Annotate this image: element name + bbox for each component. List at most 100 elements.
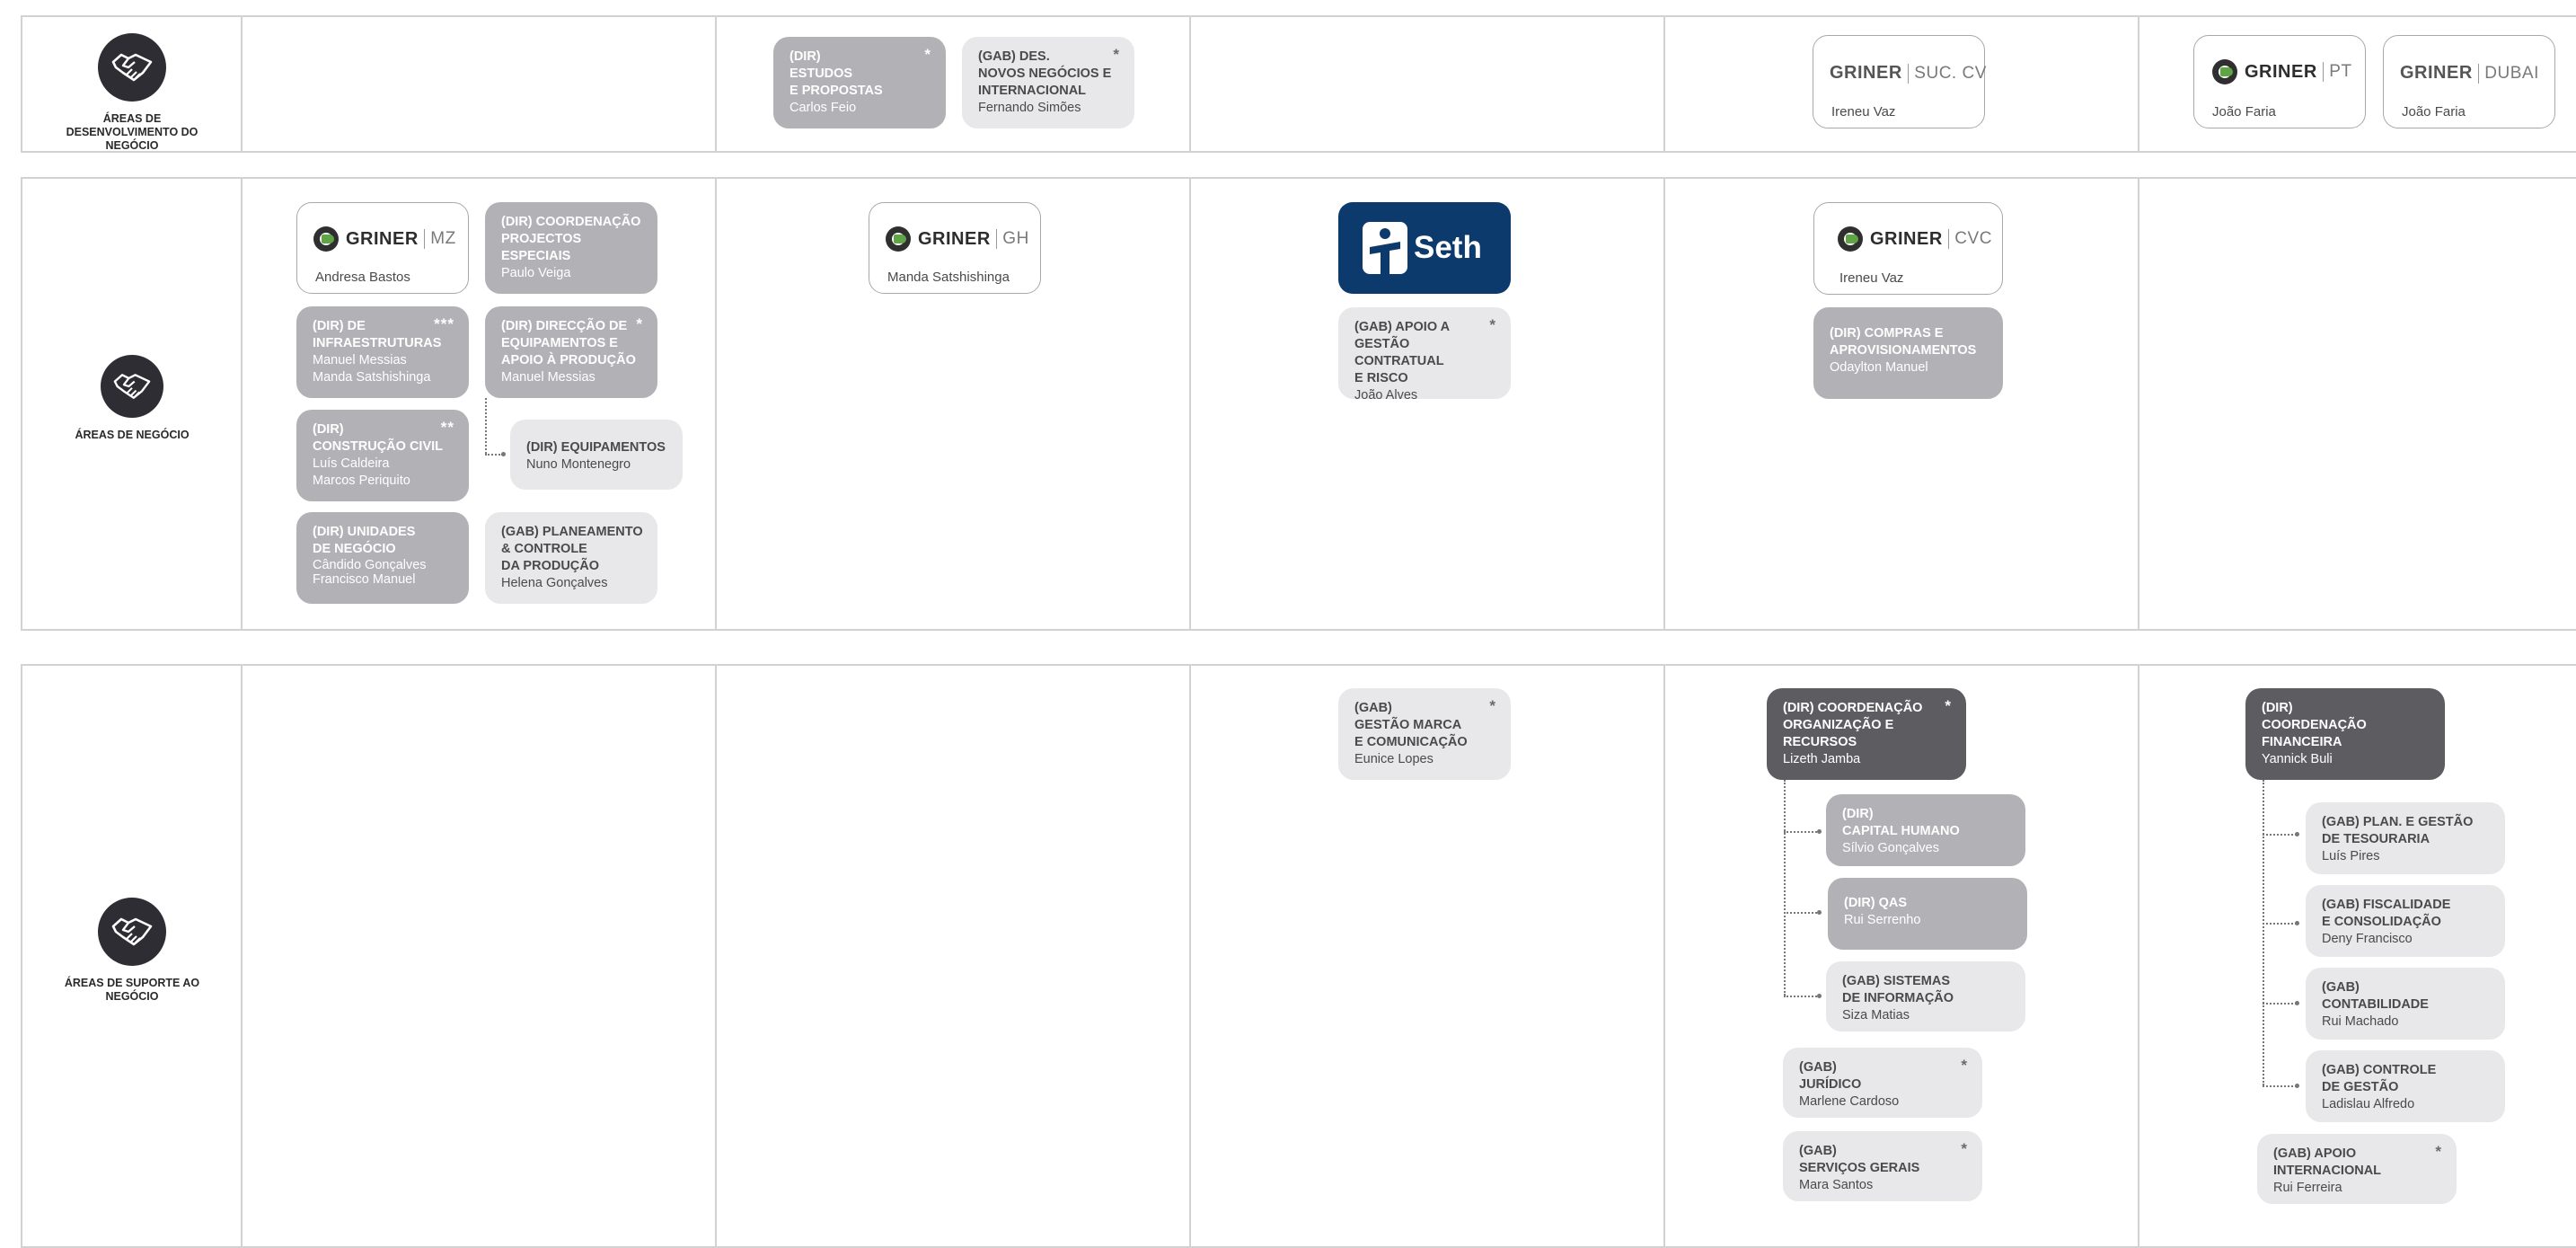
column-divider — [1663, 17, 1665, 151]
card-person: Siza Matias — [1842, 1008, 1910, 1022]
griner-logo: GRINER MZ — [313, 226, 456, 252]
card-title: (DIR) COORDENAÇÃO PROJECTOS ESPECIAIS — [501, 215, 641, 263]
area-label-desenvolvimento: ÁREAS DE DESENVOLVIMENTO DO NEGÓCIO — [22, 33, 242, 153]
card-title: (GAB) GESTÃO MARCA E COMUNICAÇÃO — [1354, 701, 1468, 749]
card-title: (DIR) UNIDADES DE NEGÓCIO — [313, 525, 416, 556]
card-person: Eunice Lopes — [1354, 752, 1434, 766]
griner-logo: GRINER PT — [2212, 59, 2352, 84]
card-gab-novos-negocios[interactable]: * (GAB) DES. NOVOS NEGÓCIOS E INTERNACIO… — [962, 37, 1134, 128]
card-title: (GAB) SERVIÇOS GERAIS — [1799, 1144, 1920, 1175]
logo-person: Ireneu Vaz — [1839, 270, 1904, 286]
handshake-icon — [98, 33, 166, 102]
card-person: Luís Caldeira Marcos Periquito — [313, 456, 410, 488]
card-mark: * — [1489, 316, 1496, 333]
logo-card-seth[interactable]: Seth — [1338, 202, 1511, 294]
card-dir-coordenacao-projectos[interactable]: (DIR) COORDENAÇÃO PROJECTOS ESPECIAIS Pa… — [485, 202, 657, 294]
card-person: Ladislau Alfredo — [2322, 1097, 2415, 1111]
card-title: (DIR) COORDENAÇÃO ORGANIZAÇÃO E RECURSOS — [1783, 701, 1923, 749]
card-person: Manuel Messias Manda Satshishinga — [313, 353, 431, 385]
card-title: (GAB) PLANEAMENTO & CONTROLE DA PRODUÇÃO — [501, 525, 643, 573]
card-dir-coordenacao-financeira[interactable]: (DIR) COORDENAÇÃO FINANCEIRA Yannick Bul… — [2245, 688, 2445, 780]
column-divider — [2138, 666, 2139, 1246]
column-divider — [2138, 179, 2139, 629]
card-gab-fiscalidade[interactable]: (GAB) FISCALIDADE E CONSOLIDAÇÃO Deny Fr… — [2306, 885, 2505, 957]
logo-card-griner-cvc[interactable]: GRINER CVC Ireneu Vaz — [1813, 202, 2003, 295]
card-title: (GAB) CONTABILIDADE — [2322, 980, 2429, 1012]
logo-person: Andresa Bastos — [315, 270, 410, 285]
card-title: (GAB) APOIO A GESTÃO CONTRATUAL E RISCO — [1354, 320, 1451, 385]
card-person: Yannick Buli — [2262, 752, 2333, 766]
seth-logo-icon — [1363, 222, 1407, 274]
card-person: Nuno Montenegro — [526, 457, 631, 472]
griner-logo: GRINER SUC. CV — [1830, 63, 1987, 84]
logo-word: GRINER — [918, 228, 991, 249]
card-person: Helena Gonçalves — [501, 576, 608, 590]
card-title: (GAB) FISCALIDADE E CONSOLIDAÇÃO — [2322, 898, 2451, 929]
logo-card-griner-mz[interactable]: GRINER MZ Andresa Bastos — [296, 202, 469, 294]
column-divider — [1663, 179, 1665, 629]
logo-word: GRINER — [2245, 61, 2317, 82]
card-title: (DIR) QAS — [1844, 896, 1908, 910]
card-title: (DIR) CONSTRUÇÃO CIVIL — [313, 422, 443, 454]
card-gab-tesouraria[interactable]: (GAB) PLAN. E GESTÃO DE TESOURARIA Luís … — [2306, 802, 2505, 874]
card-dir-capital-humano[interactable]: (DIR) CAPITAL HUMANO Sílvio Gonçalves — [1826, 794, 2025, 866]
griner-logo: GRINER CVC — [1838, 226, 1992, 252]
logo-card-griner-suc-cv[interactable]: GRINER SUC. CV Ireneu Vaz — [1813, 35, 1987, 128]
column-divider — [1189, 179, 1191, 629]
card-title: (GAB) JURÍDICO — [1799, 1060, 1862, 1092]
card-person: Rui Ferreira — [2273, 1181, 2342, 1195]
logo-suffix: MZ — [430, 229, 456, 248]
card-dir-equipamentos[interactable]: (DIR) EQUIPAMENTOS Nuno Montenegro — [510, 420, 683, 490]
logo-suffix: CVC — [1954, 229, 1992, 248]
card-dir-infraestruturas[interactable]: *** (DIR) DE INFRAESTRUTURAS Manuel Mess… — [296, 306, 469, 398]
card-mark: *** — [434, 315, 454, 332]
card-gab-controle-gestao[interactable]: (GAB) CONTROLE DE GESTÃO Ladislau Alfred… — [2306, 1050, 2505, 1122]
area-label-text: ÁREAS DE SUPORTE AO NEGÓCIO — [64, 977, 200, 1003]
card-person: Paulo Veiga — [501, 266, 571, 280]
logo-word: GRINER — [2400, 63, 2473, 83]
griner-logo: GRINER GH — [886, 226, 1029, 252]
card-title: (DIR) COMPRAS E APROVISIONAMENTOS — [1830, 326, 1977, 358]
card-mark: * — [1945, 697, 1952, 714]
card-gab-gestao-marca[interactable]: * (GAB) GESTÃO MARCA E COMUNICAÇÃO Eunic… — [1338, 688, 1511, 780]
card-gab-servicos-gerais[interactable]: * (GAB) SERVIÇOS GERAIS Mara Santos — [1783, 1131, 1982, 1201]
card-title: (DIR) CAPITAL HUMANO — [1842, 807, 1960, 838]
card-dir-compras[interactable]: (DIR) COMPRAS E APROVISIONAMENTOS Odaylt… — [1813, 307, 2003, 399]
card-dir-direccao-equipamentos[interactable]: * (DIR) DIRECÇÃO DE EQUIPAMENTOS E APOIO… — [485, 306, 657, 398]
card-dir-coordenacao-organizacao[interactable]: * (DIR) COORDENAÇÃO ORGANIZAÇÃO E RECURS… — [1767, 688, 1966, 780]
card-title: (DIR) EQUIPAMENTOS — [526, 440, 666, 455]
card-title: (DIR) DIRECÇÃO DE EQUIPAMENTOS E APOIO À… — [501, 319, 636, 367]
card-gab-contabilidade[interactable]: (GAB) CONTABILIDADE Rui Machado — [2306, 968, 2505, 1040]
card-person: Rui Machado — [2322, 1014, 2399, 1029]
card-dir-construcao-civil[interactable]: ** (DIR) CONSTRUÇÃO CIVIL Luís Caldeira … — [296, 410, 469, 501]
card-gab-sistemas-informacao[interactable]: (GAB) SISTEMAS DE INFORMAÇÃO Siza Matias — [1826, 961, 2025, 1031]
card-person: Manuel Messias — [501, 370, 595, 385]
logo-card-griner-dubai[interactable]: GRINER DUBAI João Faria — [2383, 35, 2555, 128]
card-person: Luís Pires — [2322, 849, 2380, 863]
card-gab-juridico[interactable]: * (GAB) JURÍDICO Marlene Cardoso — [1783, 1048, 1982, 1118]
logo-separator — [423, 229, 426, 249]
logo-card-griner-pt[interactable]: GRINER PT João Faria — [2193, 35, 2366, 128]
card-gab-planeamento[interactable]: (GAB) PLANEAMENTO & CONTROLE DA PRODUÇÃO… — [485, 512, 657, 604]
card-dir-estudos-propostas[interactable]: * (DIR) ESTUDOS E PROPOSTAS Carlos Feio — [773, 37, 946, 128]
row-suporte: ÁREAS DE SUPORTE AO NEGÓCIO — [21, 664, 2576, 1248]
logo-card-griner-gh[interactable]: GRINER GH Manda Satshishinga — [869, 202, 1041, 294]
card-mark: * — [1489, 697, 1496, 714]
griner-g-icon — [2212, 59, 2237, 84]
card-dir-unidades-negocio[interactable]: (DIR) UNIDADES DE NEGÓCIO Cândido Gonçal… — [296, 512, 469, 604]
area-label-text: ÁREAS DE DESENVOLVIMENTO DO NEGÓCIO — [66, 112, 198, 152]
card-dir-qas[interactable]: (DIR) QAS Rui Serrenho — [1828, 878, 2027, 950]
card-mark: ** — [440, 419, 454, 436]
logo-separator — [2477, 63, 2480, 84]
card-person: Rui Serrenho — [1844, 913, 1921, 927]
card-person: Deny Francisco — [2322, 932, 2413, 946]
logo-separator — [1947, 229, 1950, 249]
card-gab-apoio-internacional[interactable]: * (GAB) APOIO INTERNACIONAL Rui Ferreira — [2257, 1134, 2457, 1204]
card-person: Cândido Gonçalves Francisco Manuel — [313, 558, 427, 587]
column-divider — [2138, 17, 2139, 151]
area-label-suporte: ÁREAS DE SUPORTE AO NEGÓCIO — [22, 898, 242, 1004]
card-person: Fernando Simões — [978, 101, 1081, 115]
card-person: Carlos Feio — [790, 101, 857, 115]
griner-g-icon — [1838, 226, 1863, 252]
card-gab-apoio-gestao-contratual[interactable]: * (GAB) APOIO A GESTÃO CONTRATUAL E RISC… — [1338, 307, 1511, 403]
